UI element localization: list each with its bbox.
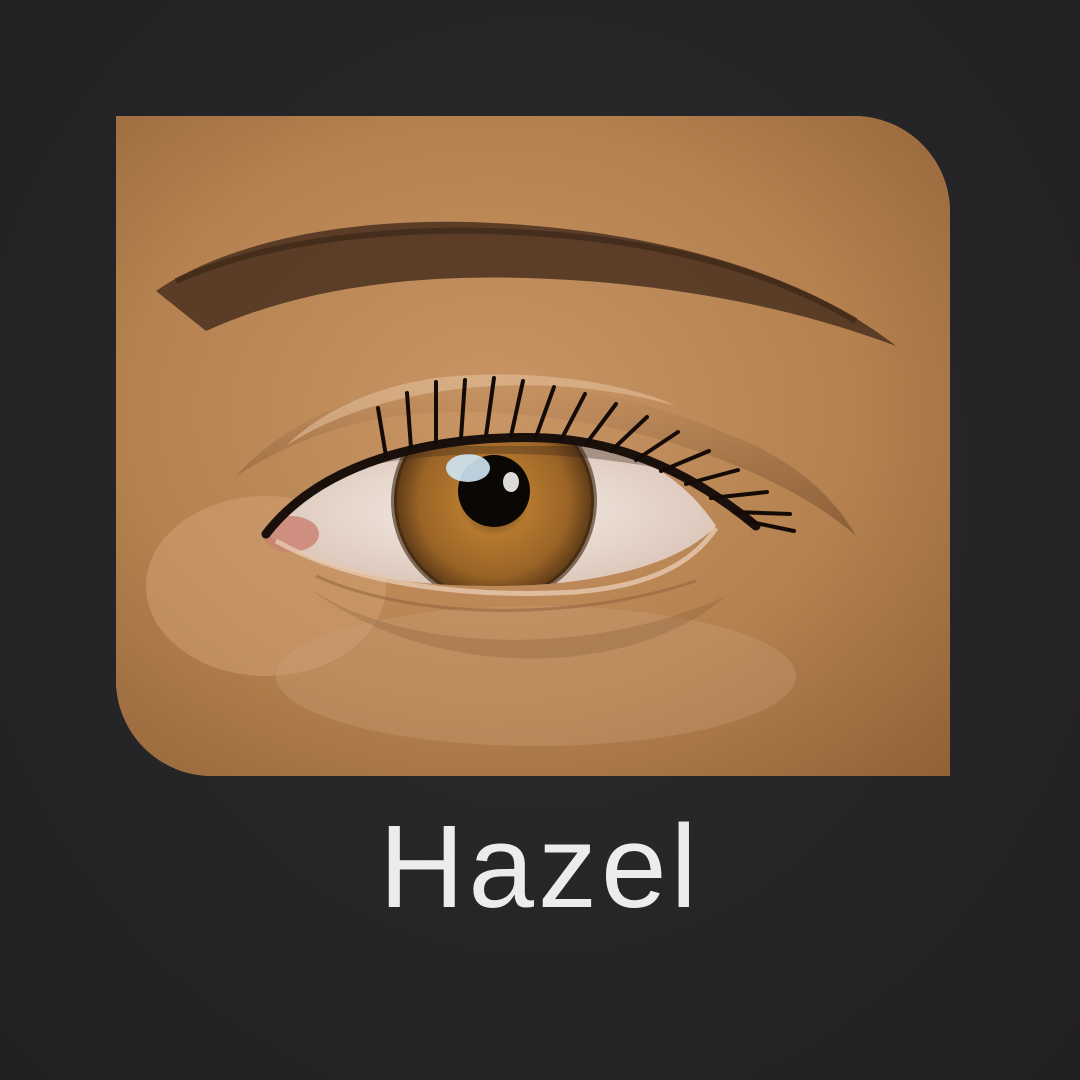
eye-photo (116, 116, 950, 776)
eye-closeup-illustration (116, 116, 950, 776)
product-swatch: Hazel (0, 0, 1080, 1080)
color-name-label: Hazel (379, 801, 701, 933)
